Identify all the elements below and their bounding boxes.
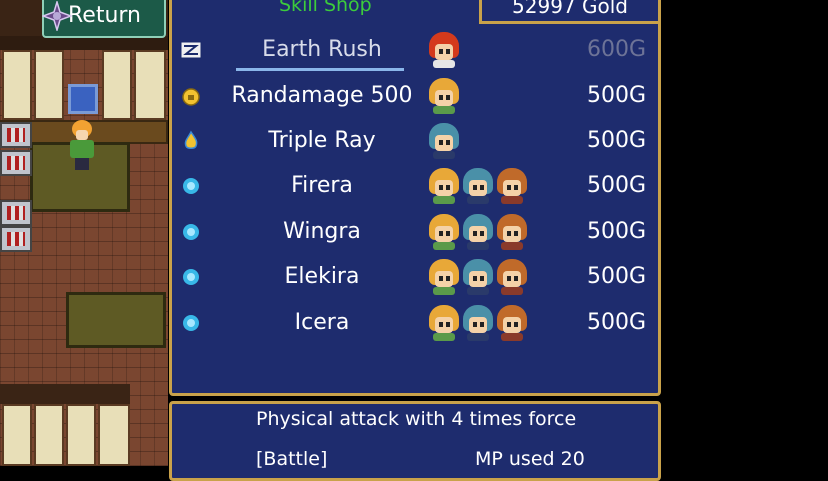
skill-description-text: Physical attack with 4 times force — [256, 408, 577, 430]
map-panel — [66, 404, 96, 466]
learnable-characters — [427, 32, 461, 68]
shield-icon — [0, 122, 32, 148]
character-portrait-brown — [495, 214, 529, 250]
skill-row-triple-ray[interactable]: Triple Ray 500G — [172, 120, 658, 164]
map-panel — [134, 50, 166, 120]
character-portrait-brown — [495, 168, 529, 204]
skill-name: Triple Ray — [268, 128, 376, 153]
skill-row-wingra[interactable]: Wingra 500G — [172, 211, 658, 255]
player-character — [68, 120, 96, 172]
shield-icon — [0, 226, 32, 252]
skill-price: 500G — [586, 219, 646, 244]
gold-display: 52997 Gold — [479, 0, 661, 24]
character-portrait-blond — [427, 259, 461, 295]
skill-price: 600G — [586, 37, 646, 62]
skill-price: 500G — [586, 310, 646, 335]
return-label: Return — [68, 3, 142, 28]
skill-name: Icera — [294, 310, 350, 335]
character-portrait-teal — [461, 259, 495, 295]
map-panel — [34, 404, 64, 466]
skill-row-icera[interactable]: Icera 500G — [172, 302, 658, 346]
skill-row-elekira[interactable]: Elekira 500G — [172, 256, 658, 300]
learnable-characters — [427, 123, 461, 159]
coin-icon — [182, 88, 200, 106]
shop-title: Skill Shop — [279, 0, 372, 16]
skill-row-earth-rush[interactable]: Earth Rush 600G — [172, 29, 658, 73]
character-portrait-brown — [495, 305, 529, 341]
map-panel — [2, 50, 32, 120]
map-panel — [98, 404, 130, 466]
compass-star-icon — [42, 1, 72, 31]
character-portrait-blond — [427, 168, 461, 204]
shield-icon — [0, 150, 32, 176]
character-portrait-teal — [461, 214, 495, 250]
skill-price: 500G — [586, 83, 646, 108]
crystal-icon — [183, 224, 199, 240]
map-beam — [0, 36, 168, 50]
learnable-characters — [427, 168, 529, 204]
character-portrait-brown — [495, 259, 529, 295]
selection-underline — [236, 68, 404, 71]
skill-name: Earth Rush — [262, 37, 382, 62]
learnable-characters — [427, 305, 529, 341]
learnable-characters — [427, 214, 529, 250]
skill-row-firera[interactable]: Firera 500G — [172, 165, 658, 209]
skill-scroll-icon — [180, 41, 202, 59]
character-portrait-red — [427, 32, 461, 68]
skill-name: Wingra — [283, 219, 361, 244]
skill-name: Firera — [291, 173, 353, 198]
character-portrait-blond — [427, 305, 461, 341]
character-portrait-teal — [461, 168, 495, 204]
map-panel — [102, 50, 132, 120]
map-panel — [34, 50, 64, 120]
shield-icon — [0, 200, 32, 226]
mp-cost-label: MP used 20 — [475, 448, 585, 470]
flame-icon — [184, 130, 198, 149]
crystal-icon — [183, 315, 199, 331]
character-portrait-blond — [427, 78, 461, 114]
learnable-characters — [427, 78, 461, 114]
skill-price: 500G — [586, 173, 646, 198]
map-panel — [2, 404, 32, 466]
skill-row-randamage-500[interactable]: Randamage 500 500G — [172, 75, 658, 119]
character-portrait-teal — [427, 123, 461, 159]
crystal-icon — [183, 178, 199, 194]
return-button[interactable]: Return — [42, 0, 166, 38]
skill-type-label: [Battle] — [256, 448, 328, 470]
skill-price: 500G — [586, 128, 646, 153]
game-map — [0, 0, 168, 466]
character-portrait-teal — [461, 305, 495, 341]
skill-price: 500G — [586, 264, 646, 289]
map-window — [68, 84, 98, 114]
character-portrait-blond — [427, 214, 461, 250]
skill-name: Randamage 500 — [231, 83, 413, 108]
map-wall — [0, 384, 130, 404]
skill-name: Elekira — [284, 264, 360, 289]
map-table — [66, 292, 166, 348]
crystal-icon — [183, 269, 199, 285]
learnable-characters — [427, 259, 529, 295]
